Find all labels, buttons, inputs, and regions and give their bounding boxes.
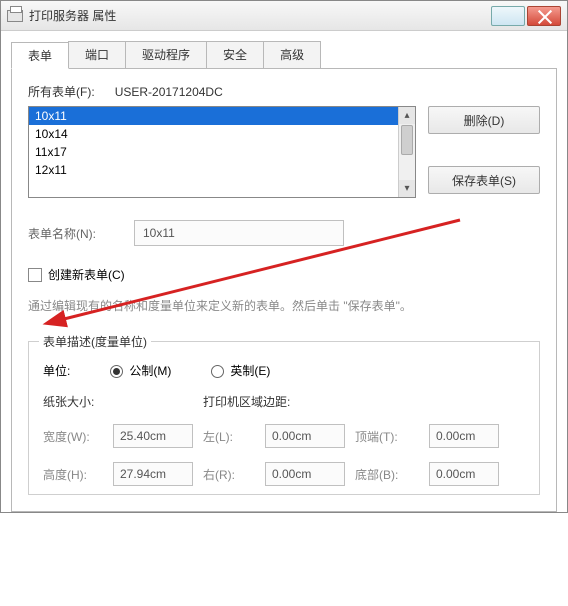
forms-listbox[interactable]: 10x11 10x14 11x17 12x11 ▴ ▾: [28, 106, 416, 198]
tab-strip: 表单 端口 驱动程序 安全 高级: [11, 41, 557, 69]
tab-drivers[interactable]: 驱动程序: [125, 41, 207, 68]
top-label: 顶端(T):: [355, 428, 419, 445]
form-name-label: 表单名称(N):: [28, 225, 96, 242]
radio-icon: [110, 365, 123, 378]
all-forms-label: 所有表单(F):: [28, 85, 95, 99]
unit-metric-option[interactable]: 公制(M): [110, 362, 171, 379]
list-item[interactable]: 11x17: [29, 143, 398, 161]
help-text: 通过编辑现有的名称和度量单位来定义新的表单。然后单击 "保存表单"。: [28, 295, 540, 317]
paper-size-label: 纸张大小:: [43, 393, 193, 410]
forms-pane: 所有表单(F): USER-20171204DC 10x11 10x14 11x…: [11, 69, 557, 512]
top-field[interactable]: 0.00cm: [429, 424, 499, 448]
form-description-legend: 表单描述(度量单位): [39, 333, 151, 350]
left-label: 左(L):: [203, 428, 255, 445]
width-label: 宽度(W):: [43, 428, 103, 445]
tab-forms[interactable]: 表单: [11, 42, 69, 69]
radio-icon: [211, 365, 224, 378]
tab-ports[interactable]: 端口: [68, 41, 126, 68]
save-form-button[interactable]: 保存表单(S): [428, 166, 540, 194]
bottom-label: 底部(B):: [355, 466, 419, 483]
bottom-field[interactable]: 0.00cm: [429, 462, 499, 486]
right-field[interactable]: 0.00cm: [265, 462, 345, 486]
list-item[interactable]: 10x14: [29, 125, 398, 143]
help-button[interactable]: [491, 6, 525, 26]
form-description-group: 表单描述(度量单位) 单位: 公制(M) 英制(E) 纸张大小: 打印机区域边距…: [28, 341, 540, 495]
width-field[interactable]: 25.40cm: [113, 424, 193, 448]
left-field[interactable]: 0.00cm: [265, 424, 345, 448]
list-item[interactable]: 12x11: [29, 161, 398, 179]
unit-label: 单位:: [43, 362, 70, 379]
scroll-thumb[interactable]: [401, 125, 413, 155]
delete-button[interactable]: 删除(D): [428, 106, 540, 134]
server-name: USER-20171204DC: [115, 85, 223, 99]
titlebar[interactable]: 打印服务器 属性: [1, 1, 567, 31]
create-new-checkbox[interactable]: [28, 268, 42, 282]
scroll-up-icon[interactable]: ▴: [399, 107, 415, 124]
printer-icon: [7, 10, 23, 22]
create-new-label: 创建新表单(C): [48, 266, 125, 283]
list-item[interactable]: 10x11: [29, 107, 398, 125]
scroll-down-icon[interactable]: ▾: [399, 180, 415, 197]
height-field[interactable]: 27.94cm: [113, 462, 193, 486]
tab-advanced[interactable]: 高级: [263, 41, 321, 68]
right-label: 右(R):: [203, 466, 255, 483]
tab-security[interactable]: 安全: [206, 41, 264, 68]
scrollbar[interactable]: ▴ ▾: [398, 107, 415, 197]
window-title: 打印服务器 属性: [29, 7, 116, 24]
margins-label: 打印机区域边距:: [203, 393, 499, 410]
close-button[interactable]: [527, 6, 561, 26]
all-forms-row: 所有表单(F): USER-20171204DC: [28, 83, 540, 100]
height-label: 高度(H):: [43, 466, 103, 483]
form-name-field[interactable]: 10x11: [134, 220, 344, 246]
print-server-properties-window: 打印服务器 属性 表单 端口 驱动程序 安全 高级 所有表单(F): USER-…: [0, 0, 568, 513]
unit-english-option[interactable]: 英制(E): [211, 362, 270, 379]
